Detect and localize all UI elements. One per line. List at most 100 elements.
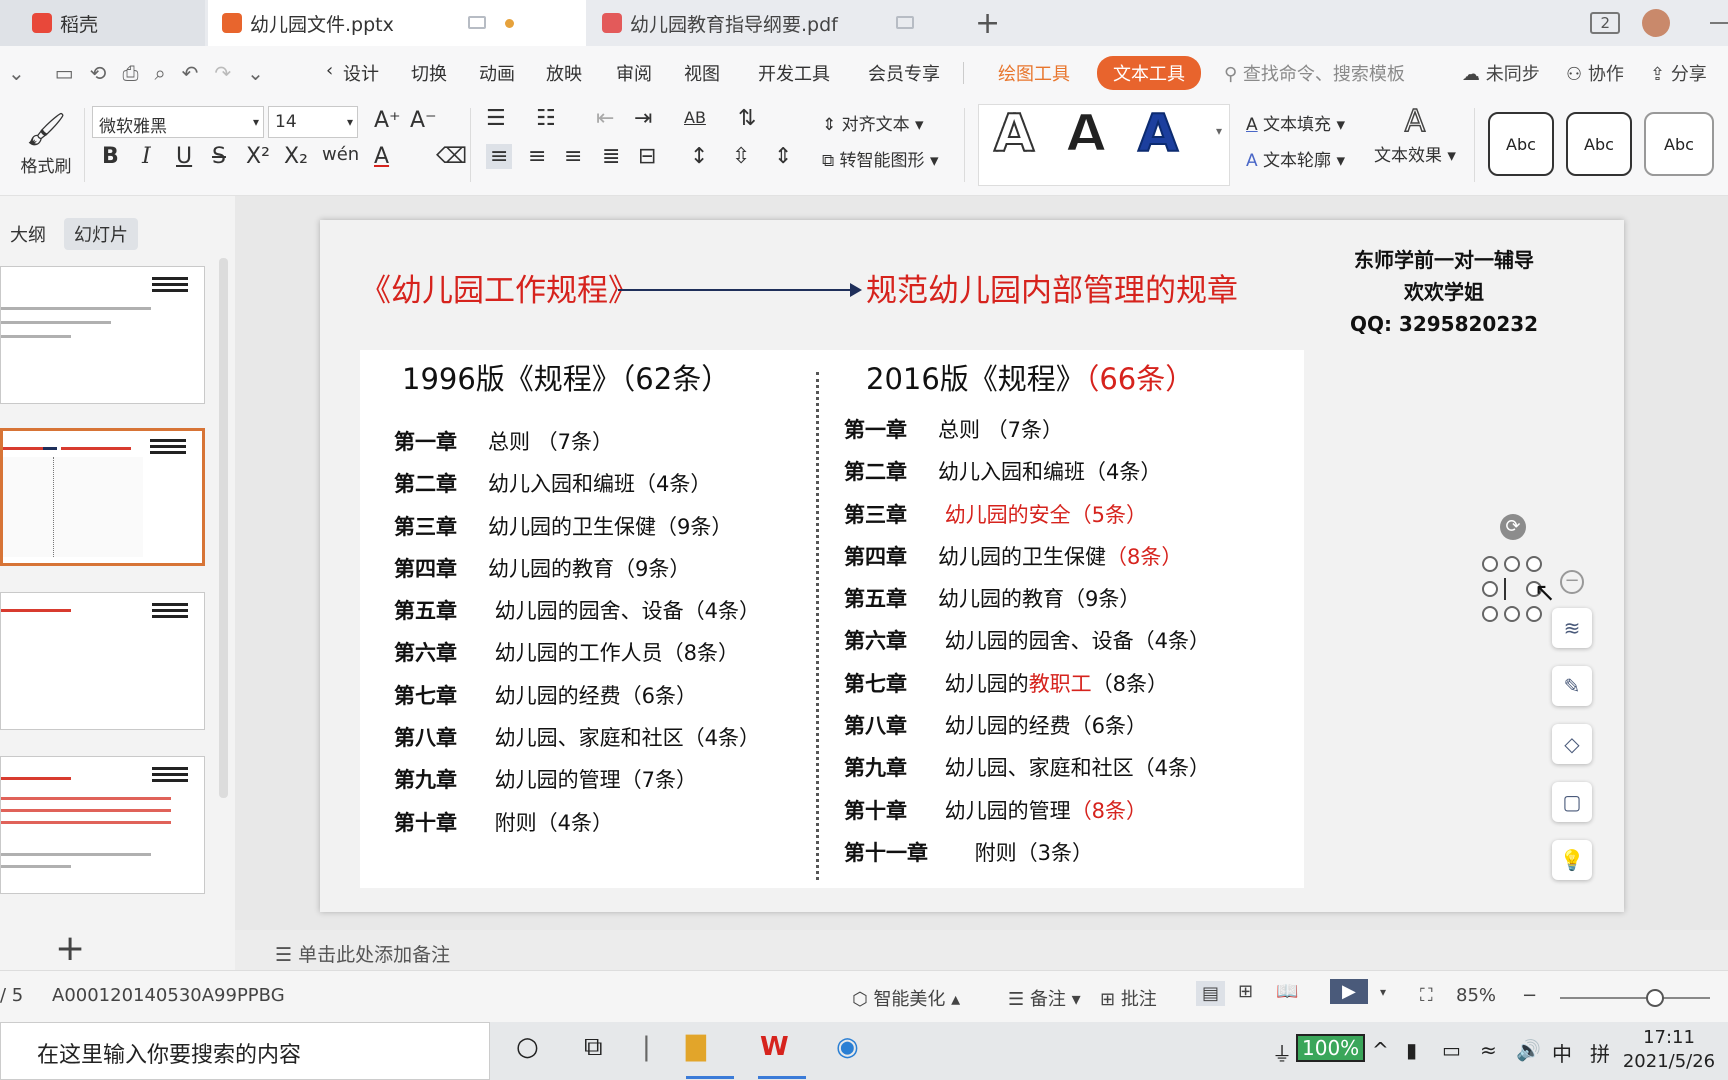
undo-icon[interactable]: ↶: [182, 61, 199, 85]
menu-member[interactable]: 会员专享: [868, 60, 940, 86]
ime-mode[interactable]: 中: [1552, 1038, 1572, 1067]
font-size-select[interactable]: 14 ▾: [268, 106, 358, 138]
menu-view[interactable]: 视图: [684, 60, 720, 86]
sync-button[interactable]: ☁ 未同步: [1462, 60, 1540, 86]
zoom-slider-thumb[interactable]: [1646, 989, 1664, 1007]
menu-animation[interactable]: 动画: [479, 60, 515, 86]
wps-icon[interactable]: W: [760, 1032, 789, 1062]
zoom-value[interactable]: 85%: [1456, 985, 1496, 1006]
undo-history-icon[interactable]: ⟲: [90, 61, 107, 85]
menu-review[interactable]: 审阅: [616, 60, 652, 86]
text-fill-button[interactable]: A 文本填充 ▾: [1246, 110, 1345, 135]
battery-icon[interactable]: ▭: [1442, 1038, 1461, 1062]
command-search[interactable]: ⚲ 查找命令、搜索模板: [1224, 60, 1405, 86]
volume-icon[interactable]: 🔊: [1516, 1038, 1541, 1062]
paragraph-spacing-icon[interactable]: ⇳: [732, 144, 750, 169]
shape-style-1[interactable]: Abc: [1488, 112, 1554, 176]
align-right-icon[interactable]: ≡: [564, 144, 582, 169]
increase-indent-icon[interactable]: ⇥: [634, 106, 652, 131]
notes-bar[interactable]: ☰ 单击此处添加备注: [235, 930, 1728, 970]
microphone-icon[interactable]: ▮: [1406, 1038, 1417, 1062]
redo-icon[interactable]: ↷: [214, 61, 231, 85]
slide[interactable]: 《幼儿园工作规程》 规范幼儿园内部管理的规章 东师学前一对一辅导 欢欢学姐 QQ…: [320, 220, 1624, 912]
slide-thumbnail-3[interactable]: [0, 592, 205, 730]
wordart-style-2[interactable]: A: [1065, 103, 1107, 165]
lightbulb-icon[interactable]: 💡: [1552, 840, 1592, 880]
resize-handle[interactable]: [1482, 581, 1498, 597]
collapse-icon[interactable]: −: [1560, 570, 1584, 594]
shape-style-2[interactable]: Abc: [1566, 112, 1632, 176]
fill-icon[interactable]: ◇: [1552, 724, 1592, 764]
save-icon[interactable]: ▭: [55, 61, 74, 85]
play-button[interactable]: ▶: [1330, 979, 1368, 1004]
decrease-indent-icon[interactable]: ⇤: [596, 106, 614, 131]
slide-thumbnail-4[interactable]: [0, 756, 205, 894]
frame-icon[interactable]: ▢: [1552, 782, 1592, 822]
wifi-icon[interactable]: ≈: [1480, 1038, 1497, 1062]
align-text-button[interactable]: ⇕ 对齐文本 ▾: [822, 110, 924, 135]
menu-text-tools[interactable]: 文本工具: [1097, 56, 1201, 90]
justify-icon[interactable]: ≣: [602, 144, 620, 169]
superscript-icon[interactable]: X²: [246, 144, 270, 169]
underline-icon[interactable]: U: [176, 144, 192, 169]
menu-scroll-left-icon[interactable]: ‹: [326, 60, 333, 81]
layers-icon[interactable]: ≋: [1552, 608, 1592, 648]
subscript-icon[interactable]: X₂: [284, 144, 308, 169]
wordart-style-3[interactable]: A: [1137, 103, 1179, 165]
window-count-icon[interactable]: 2: [1590, 12, 1620, 34]
beautify-button[interactable]: ⬡ 智能美化 ▴: [852, 985, 960, 1011]
numbering-icon[interactable]: ☷: [536, 106, 556, 131]
browser-icon[interactable]: ◉: [836, 1032, 859, 1062]
print-icon[interactable]: ⎙: [122, 61, 138, 85]
shape-style-3[interactable]: Abc: [1644, 112, 1714, 176]
avatar[interactable]: [1642, 9, 1670, 37]
chevron-down-icon[interactable]: ▾: [1216, 124, 1222, 138]
smart-shape-button[interactable]: ⧉ 转智能图形 ▾: [822, 146, 938, 171]
chevron-down-icon[interactable]: ▾: [1380, 985, 1386, 999]
ime-pinyin[interactable]: 拼: [1590, 1038, 1610, 1067]
resize-handle[interactable]: [1504, 556, 1520, 572]
menu-design[interactable]: 设计: [343, 60, 379, 86]
taskbar-search[interactable]: 在这里输入你要搜索的内容: [0, 1022, 490, 1080]
wordart-style-1[interactable]: A: [993, 103, 1035, 165]
font-grow-icon[interactable]: A⁺: [374, 108, 401, 133]
resize-handle[interactable]: [1526, 606, 1542, 622]
plug-icon[interactable]: ⏚: [1272, 1038, 1292, 1067]
comment-button[interactable]: ⊞ 批注: [1100, 985, 1157, 1011]
menu-developer[interactable]: 开发工具: [758, 60, 830, 86]
menu-draw-tools[interactable]: 绘图工具: [998, 60, 1070, 86]
tab-slides[interactable]: 幻灯片: [64, 218, 138, 250]
sorter-view-icon[interactable]: ⊞: [1238, 981, 1253, 1002]
spacing-options-icon[interactable]: ⇕: [774, 144, 792, 169]
zoom-out-icon[interactable]: −: [1522, 985, 1537, 1006]
font-color-icon[interactable]: A: [374, 144, 389, 169]
add-slide-icon[interactable]: +: [55, 928, 85, 969]
chevron-up-icon[interactable]: ^: [1372, 1038, 1389, 1062]
align-center-icon[interactable]: ≡: [528, 144, 546, 169]
resize-handle[interactable]: [1482, 606, 1498, 622]
print-preview-icon[interactable]: ⌕: [154, 61, 165, 85]
tab-pdf[interactable]: 幼儿园教育指导纲要.pdf: [588, 0, 958, 46]
monitor-icon[interactable]: [468, 16, 486, 29]
italic-icon[interactable]: I: [142, 144, 151, 169]
resize-handle[interactable]: [1504, 606, 1520, 622]
bold-icon[interactable]: B: [102, 144, 119, 169]
normal-view-icon[interactable]: ▤: [1196, 981, 1226, 1006]
distribute-icon[interactable]: ⊟: [638, 144, 656, 169]
monitor-icon[interactable]: [896, 16, 914, 29]
format-painter-button[interactable]: 🖌 格式刷: [20, 110, 72, 177]
text-effect-button[interactable]: A 文本效果 ▾: [1374, 103, 1456, 166]
file-explorer-icon[interactable]: ▇: [686, 1032, 706, 1062]
reading-view-icon[interactable]: 📖: [1276, 981, 1298, 1002]
strikethrough-icon[interactable]: S: [212, 144, 226, 169]
task-view-icon[interactable]: ⧉: [584, 1032, 603, 1063]
battery-indicator[interactable]: 100%: [1296, 1034, 1366, 1062]
resize-handle[interactable]: [1526, 556, 1542, 572]
new-tab-icon[interactable]: +: [975, 6, 1000, 41]
clear-format-icon[interactable]: ⌫: [436, 144, 467, 169]
rotate-handle-icon[interactable]: ⟳: [1500, 514, 1526, 540]
font-name-select[interactable]: 微软雅黑 ▾: [92, 106, 264, 138]
pen-icon[interactable]: ✎: [1552, 666, 1592, 706]
line-spacing-icon[interactable]: ↕: [690, 144, 708, 169]
share-button[interactable]: ⇪ 分享: [1650, 60, 1707, 86]
